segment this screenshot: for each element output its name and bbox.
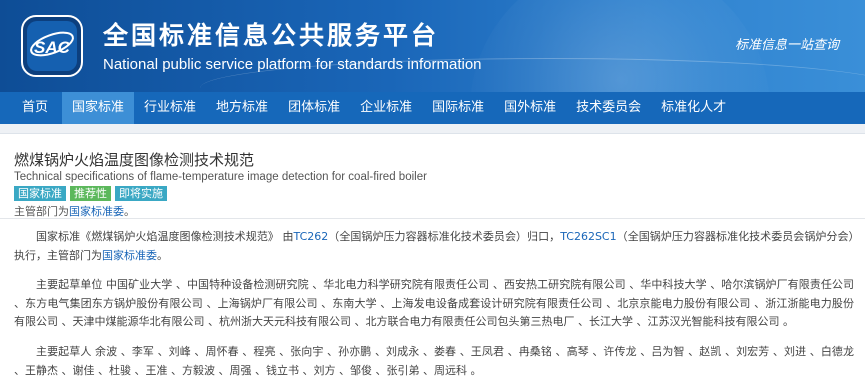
nav-item-national-standards[interactable]: 国家标准 [62,92,135,124]
badge-upcoming: 即将实施 [115,186,167,201]
badge-national-standard: 国家标准 [14,186,66,201]
overview-dept-link[interactable]: 国家标准委 [102,249,157,262]
department-link[interactable]: 国家标准委 [69,205,124,218]
overview-paragraph: 国家标准《燃煤锅炉火焰温度图像检测技术规范》 由TC262（全国锅炉压力容器标准… [14,228,854,265]
overview-prefix: 国家标准《燃煤锅炉火焰温度图像检测技术规范》 由 [36,230,294,243]
nav-item-standardization-talent[interactable]: 标准化人才 [651,92,736,124]
department-line: 主管部门为国家标准委。 [14,203,135,219]
site-slogan: 标准信息一站查询 [735,38,840,53]
tc262-link[interactable]: TC262 [294,230,329,243]
nav-item-foreign-standards[interactable]: 国外标准 [494,92,566,124]
nav-item-home[interactable]: 首页 [0,92,62,124]
section-divider [0,218,865,219]
department-suffix: 。 [124,205,135,218]
standard-title: 燃煤锅炉火焰温度图像检测技术规范 [14,151,255,169]
site-subtitle: National public service platform for sta… [103,56,482,73]
main-nav: 首页 国家标准 行业标准 地方标准 团体标准 企业标准 国际标准 国外标准 技术… [0,92,865,124]
nav-shadow-band [0,124,865,134]
site-title: 全国标准信息公共服务平台 [103,21,440,50]
standard-badges: 国家标准 推荐性 即将实施 [14,186,167,201]
nav-item-international-standards[interactable]: 国际标准 [422,92,494,124]
overview-mid: （全国锅炉压力容器标准化技术委员会）归口， [328,230,561,243]
nav-item-local-standards[interactable]: 地方标准 [206,92,278,124]
drafting-units-paragraph: 主要起草单位 中国矿业大学 、中国特种设备检测研究院 、华北电力科学研究院有限责… [14,278,854,328]
nav-item-group-standards[interactable]: 团体标准 [278,92,350,124]
standard-title-en: Technical specifications of flame-temper… [14,171,427,183]
drafters-paragraph: 主要起草人 余波 、李军 、刘峰 、周怀春 、程亮 、张向宇 、孙亦鹏 、刘成永… [14,345,854,377]
tc262sc1-link[interactable]: TC262SC1 [560,230,616,243]
nav-item-enterprise-standards[interactable]: 企业标准 [350,92,422,124]
logo-text: SAC [34,38,71,57]
nav-item-technical-committees[interactable]: 技术委员会 [566,92,651,124]
sac-logo[interactable]: SAC [20,14,84,78]
nav-item-industry-standards[interactable]: 行业标准 [134,92,206,124]
site-header: SAC 全国标准信息公共服务平台 National public service… [0,0,865,92]
overview-end: 。 [157,248,168,262]
department-prefix: 主管部门为 [14,205,69,218]
badge-recommended: 推荐性 [70,186,111,201]
